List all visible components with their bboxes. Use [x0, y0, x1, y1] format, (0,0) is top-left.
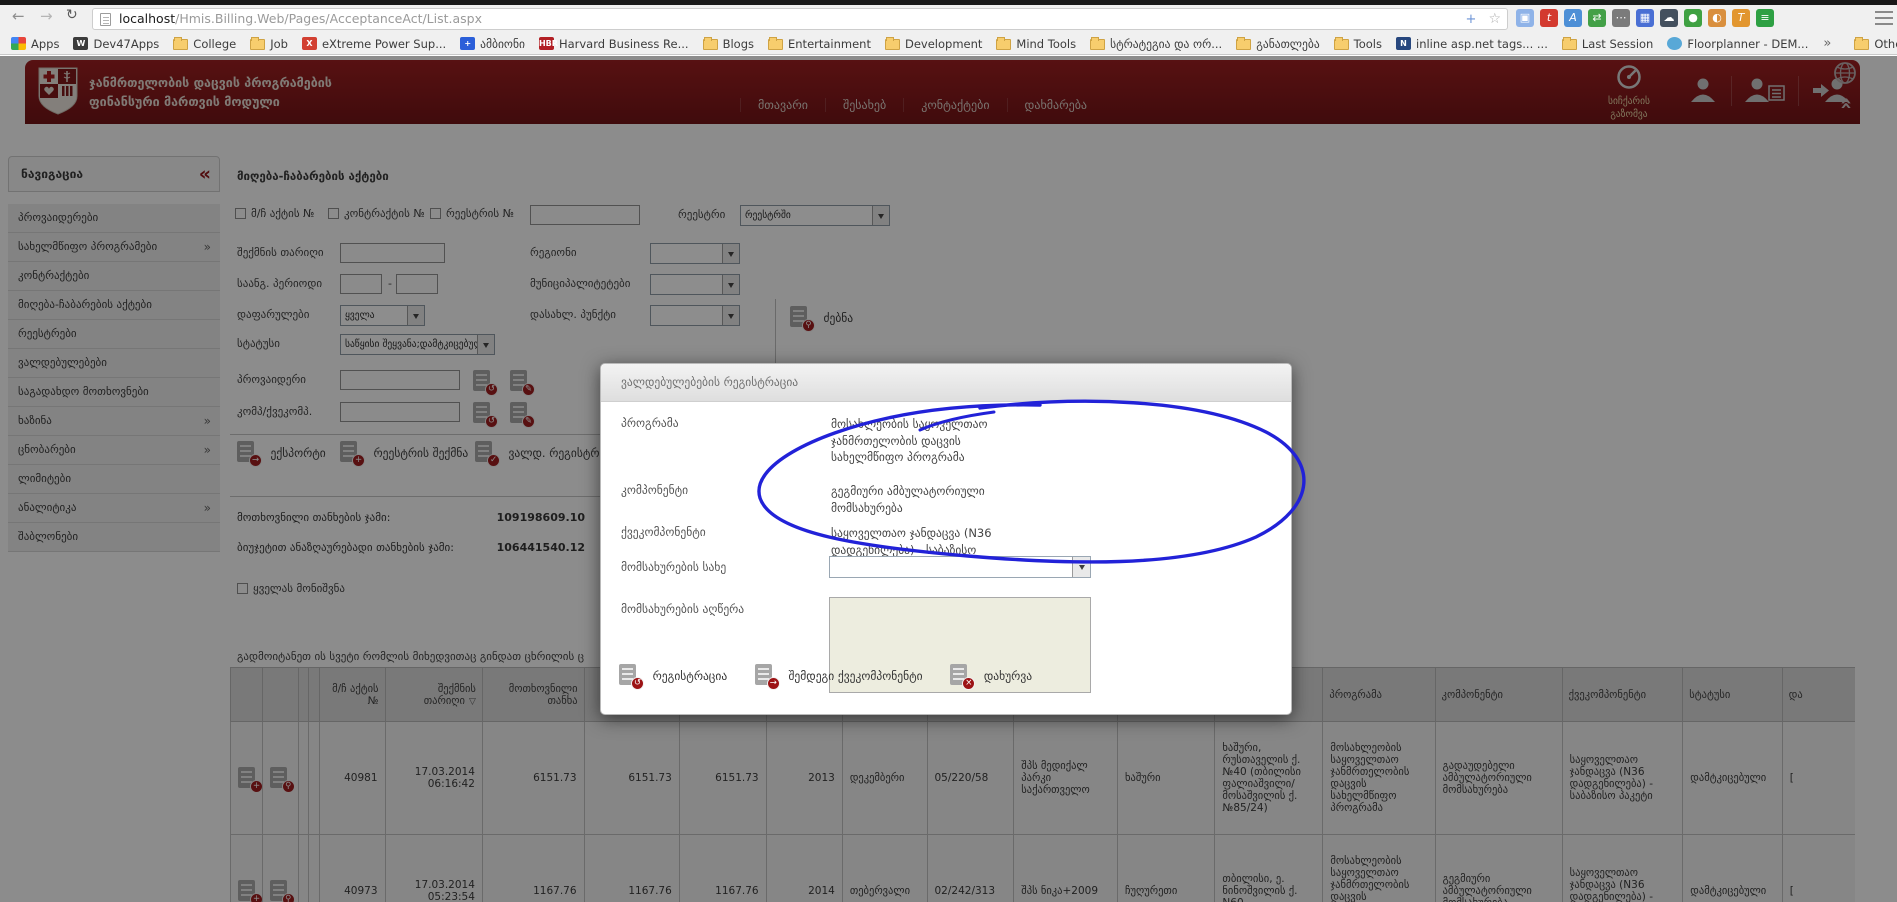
page-icon	[100, 13, 111, 26]
bookmark-item[interactable]: Floorplanner - DEM...	[1667, 37, 1808, 51]
component-label: კომპონენტი	[621, 483, 688, 497]
bookmark-item[interactable]: Development	[885, 37, 982, 51]
url-path: /Hmis.Billing.Web/Pages/AcceptanceAct/Li…	[175, 11, 482, 26]
bookmark-icon: W	[73, 37, 88, 50]
extension-icon[interactable]: t	[1540, 9, 1558, 27]
extension-glyph: ⋯	[1616, 11, 1627, 24]
extension-icons: ▣ t A ⇄ ⋯ ▦ ☁ ● ◐ T ≡	[1516, 9, 1774, 27]
bookmark-item[interactable]: Tools	[1334, 37, 1382, 51]
bookmark-item[interactable]: Entertainment	[768, 37, 871, 51]
url-host: localhost	[119, 11, 175, 26]
bookmarks-bar: Apps W Dev47Apps College Job	[0, 33, 1897, 55]
reload-button[interactable]: ↻	[66, 7, 78, 23]
extension-glyph: ≡	[1760, 11, 1769, 24]
extension-icon[interactable]: T	[1732, 9, 1750, 27]
extension-icon[interactable]: ●	[1684, 9, 1702, 27]
bookmark-item[interactable]: N inline asp.net tags... ...	[1396, 37, 1548, 51]
extension-glyph: t	[1547, 11, 1551, 24]
bookmark-item[interactable]: Apps	[11, 37, 59, 51]
screen: ← → ↻ localhost/Hmis.Billing.Web/Pages/A…	[0, 0, 1897, 902]
bookmark-icon	[1667, 37, 1682, 50]
folder-icon	[1854, 39, 1869, 50]
bookmark-icon: X	[302, 37, 317, 50]
bookmark-item[interactable]: Blogs	[703, 37, 754, 51]
bookmark-item[interactable]: სტრატეგია და ორ...	[1090, 37, 1222, 51]
other-bookmarks[interactable]: Other bookmarks	[1854, 37, 1897, 51]
bookmark-icon	[173, 39, 188, 50]
bookmark-icon	[768, 39, 783, 50]
address-bar[interactable]: localhost/Hmis.Billing.Web/Pages/Accepta…	[92, 8, 1508, 30]
close-button[interactable]: × დახურვა	[950, 668, 1032, 682]
bookmark-icon	[885, 39, 900, 50]
program-label: პროგრამა	[621, 416, 679, 430]
component-value: გეგმიური ამბულატორიული მომსახურება	[831, 483, 1016, 516]
extension-icon[interactable]: A	[1564, 9, 1582, 27]
bookmark-icon	[703, 39, 718, 50]
bookmark-icon: +	[460, 37, 475, 50]
extension-icon[interactable]: ☁	[1660, 9, 1678, 27]
extension-glyph: A	[1569, 11, 1577, 24]
bookmark-icon	[1334, 39, 1349, 50]
bookmark-item[interactable]: W Dev47Apps	[73, 37, 159, 51]
bookmark-item[interactable]: + ამბიონი	[460, 37, 525, 51]
bookmark-item[interactable]: განათლება	[1236, 37, 1319, 51]
bookmark-item[interactable]: Last Session	[1562, 37, 1654, 51]
extension-glyph: ☁	[1664, 11, 1675, 24]
app-window: ჯანმრთელობის დაცვის პროგრამების ფინანსურ…	[0, 56, 1897, 902]
extension-icon[interactable]: ▦	[1636, 9, 1654, 27]
extension-icon[interactable]: ⇄	[1588, 9, 1606, 27]
bookmark-icon	[11, 37, 26, 50]
extension-glyph: ▣	[1520, 11, 1530, 24]
bookmark-item[interactable]: Job	[250, 37, 288, 51]
back-button[interactable]: ←	[12, 7, 25, 25]
extension-glyph: ⇄	[1592, 11, 1601, 24]
bookmarks-overflow-chevron[interactable]: »	[1823, 36, 1831, 51]
arrow-right-icon: →	[767, 677, 780, 690]
extension-glyph: ◐	[1712, 11, 1722, 24]
bookmark-icon: HBR	[539, 37, 554, 50]
bookmark-item[interactable]: College	[173, 37, 236, 51]
forward-button[interactable]: →	[40, 7, 53, 25]
extension-icon[interactable]: ≡	[1756, 9, 1774, 27]
extension-glyph: T	[1738, 11, 1745, 24]
obligations-registration-modal: ვალდებულებების რეგისტრაცია პროგრამა მოსა…	[600, 363, 1292, 715]
extension-icon[interactable]: ⋯	[1612, 9, 1630, 27]
browser-menu-button[interactable]	[1875, 11, 1893, 25]
bookmark-icon	[1562, 39, 1577, 50]
register-button[interactable]: ↺ რეგისტრაცია	[619, 668, 731, 682]
service-type-label: მომსახურების სახე	[621, 560, 726, 574]
service-description-label: მომსახურების აღწერა	[621, 602, 744, 616]
bookmark-icon	[1236, 39, 1251, 50]
extension-icon[interactable]: ◐	[1708, 9, 1726, 27]
bookmark-item[interactable]: HBR Harvard Business Re...	[539, 37, 689, 51]
next-subcomponent-button[interactable]: → შემდეგი ქვეკომპონენტი	[755, 668, 926, 682]
extension-glyph: ▦	[1640, 11, 1650, 24]
extension-icon[interactable]: ▣	[1516, 9, 1534, 27]
bookmark-icon: N	[1396, 37, 1411, 50]
service-type-select[interactable]	[829, 556, 1091, 578]
bookmark-icon	[250, 39, 265, 50]
modal-title: ვალდებულებების რეგისტრაცია	[601, 364, 1291, 402]
drag-icon[interactable]: +	[1466, 12, 1477, 27]
browser-toolbar: ← → ↻ localhost/Hmis.Billing.Web/Pages/A…	[0, 5, 1897, 33]
program-value: მოსახლეობის საყოველთაო ჯანმრთელობის დაცვ…	[831, 416, 1016, 466]
bookmark-star-icon[interactable]: ☆	[1488, 11, 1501, 27]
subcomponent-label: ქვეკომპონენტი	[621, 525, 706, 539]
extension-glyph: ●	[1688, 11, 1698, 24]
bookmark-item[interactable]: Mind Tools	[996, 37, 1076, 51]
bookmark-item[interactable]: X eXtreme Power Sup...	[302, 37, 446, 51]
register-icon: ↺	[631, 677, 644, 690]
bookmark-icon	[1090, 39, 1105, 50]
bookmark-icon	[996, 39, 1011, 50]
